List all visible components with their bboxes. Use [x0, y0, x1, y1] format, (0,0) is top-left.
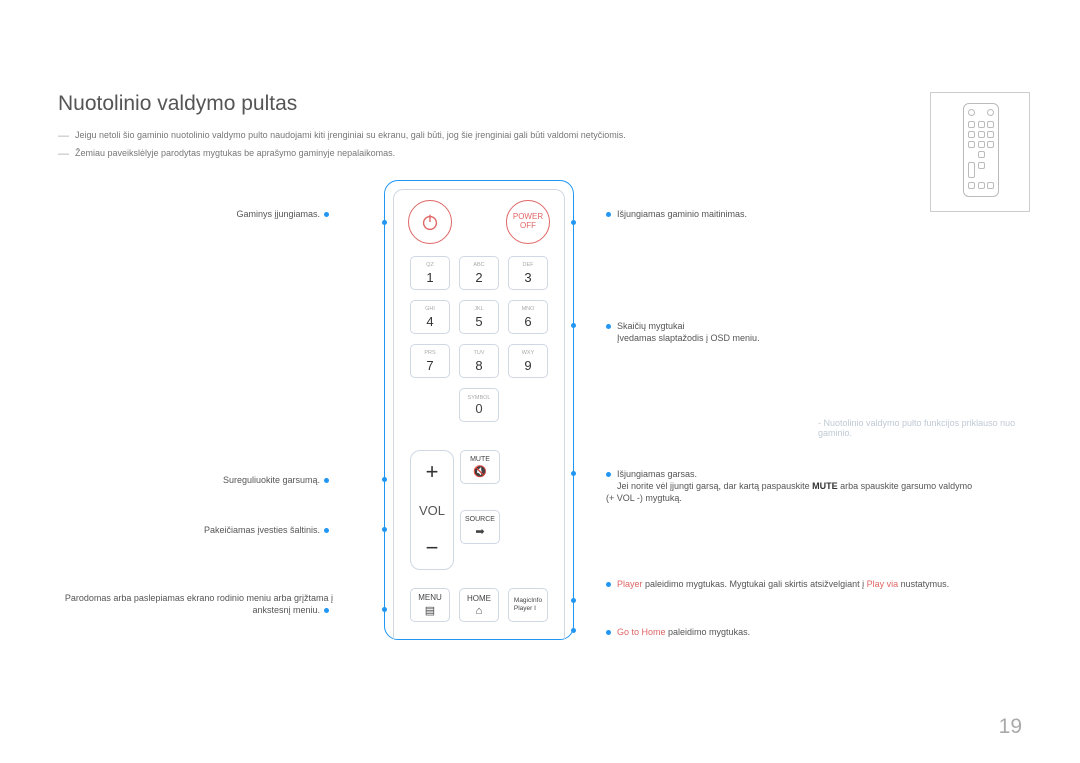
remote-locator-diagram — [930, 92, 1030, 212]
label-home: Go to Home paleidimo mygtukas. — [606, 626, 966, 638]
power-icon — [419, 211, 441, 233]
key-8[interactable]: TUV8 — [459, 344, 499, 378]
source-button[interactable]: SOURCE ➡ — [460, 510, 500, 544]
label-volume: Sureguliuokite garsumą. — [58, 474, 333, 486]
key-6[interactable]: MNO6 — [508, 300, 548, 334]
mute-icon: 🔇 — [473, 465, 487, 478]
key-2[interactable]: ABC2 — [459, 256, 499, 290]
home-icon: ⌂ — [476, 605, 483, 617]
menu-icon: ▤ — [425, 604, 435, 617]
key-3[interactable]: DEF3 — [508, 256, 548, 290]
key-0[interactable]: SYMBOL0 — [459, 388, 499, 422]
volume-up-icon: + — [426, 461, 439, 483]
magicinfo-button[interactable]: MagicInfo Player I — [508, 588, 548, 622]
home-button[interactable]: HOME ⌂ — [459, 588, 499, 622]
power-on-button[interactable] — [408, 200, 452, 244]
key-9[interactable]: WXY9 — [508, 344, 548, 378]
warning-note-1: Jeigu netoli šio gaminio nuotolinio vald… — [58, 130, 1022, 142]
source-icon: ➡ — [475, 525, 484, 538]
volume-label: VOL — [419, 503, 445, 518]
label-mute: Išjungiamas garsas. Jei norite vėl įjung… — [606, 468, 976, 504]
page-title: Nuotolinio valdymo pultas — [58, 92, 1022, 116]
label-source: Pakeičiamas įvesties šaltinis. — [58, 524, 333, 536]
page-number: 19 — [999, 715, 1022, 739]
menu-button[interactable]: MENU ▤ — [410, 588, 450, 622]
label-player: Player paleidimo mygtukas. Mygtukai gali… — [606, 578, 966, 590]
power-off-button[interactable]: POWER OFF — [506, 200, 550, 244]
volume-down-icon: − — [426, 537, 439, 559]
side-note: Nuotolinio valdymo pulto funkcijos prikl… — [818, 418, 1028, 438]
label-power-on: Gaminys įjungiamas. — [58, 208, 333, 220]
key-1[interactable]: QZ1 — [410, 256, 450, 290]
key-7[interactable]: PRS7 — [410, 344, 450, 378]
label-power-off: Išjungiamas gaminio maitinimas. — [606, 208, 966, 220]
label-numbers: Skaičių mygtukai Įvedamas slaptažodis į … — [606, 320, 966, 344]
remote: POWER OFF QZ1 ABC2 DEF3 GHI4 JKL5 MNO6 P… — [384, 180, 574, 640]
warning-note-2: Žemiau paveikslėlyje parodytas mygtukas … — [58, 148, 1022, 160]
volume-rocker[interactable]: + VOL − — [410, 450, 454, 570]
key-5[interactable]: JKL5 — [459, 300, 499, 334]
key-4[interactable]: GHI4 — [410, 300, 450, 334]
mute-button[interactable]: MUTE 🔇 — [460, 450, 500, 484]
label-menu: Parodomas arba paslepiamas ekrano rodini… — [58, 592, 333, 616]
